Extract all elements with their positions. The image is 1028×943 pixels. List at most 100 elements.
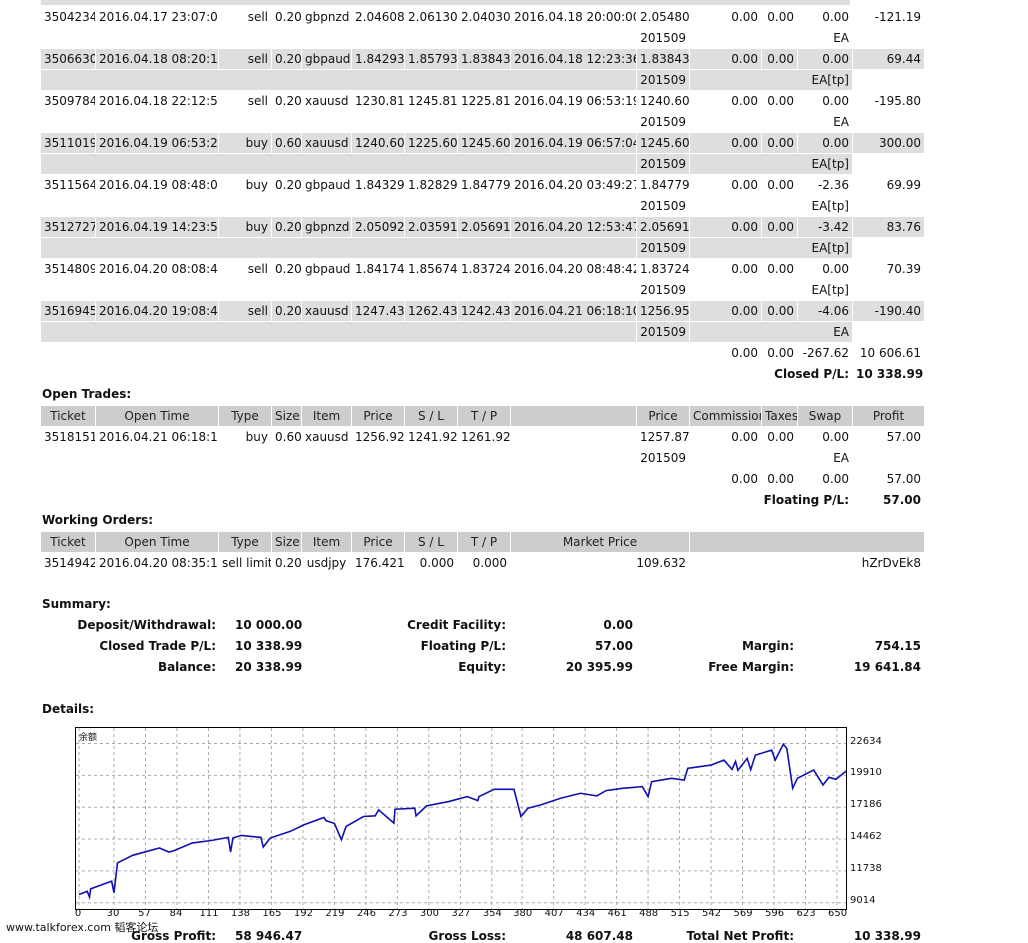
table-row-comment: 201509 EA bbox=[40, 321, 925, 343]
closed-trades-table: 3504234 2016.04.17 23:07:07 sell 0.20 gbpnzd… bbox=[40, 6, 925, 385]
magic-cell: 201509 bbox=[636, 279, 690, 301]
taxes-cell: 0.00 bbox=[761, 6, 798, 28]
close-price-cell: 1.83724 bbox=[636, 258, 690, 280]
taxes-cell: 0.00 bbox=[761, 174, 798, 196]
column-header: Price bbox=[636, 405, 690, 427]
y-tick-label: 14462 bbox=[850, 831, 882, 843]
x-tick-label: 434 bbox=[576, 908, 596, 919]
x-tick-label: 219 bbox=[325, 908, 345, 919]
comment-cell: EA[tp] bbox=[689, 237, 853, 259]
size-cell: 0.20 bbox=[271, 216, 302, 238]
magic-cell: 201509 bbox=[636, 27, 690, 49]
profit-cell: 69.44 bbox=[852, 48, 925, 70]
spacer-cell bbox=[510, 426, 637, 448]
table-row-comment: 201509 EA[tp] bbox=[40, 195, 925, 217]
open-time-cell: 2016.04.18 08:20:12 bbox=[95, 48, 219, 70]
swap-cell: -2.36 bbox=[797, 174, 853, 196]
open-totals-row: 0.00 0.00 0.00 57.00 bbox=[40, 468, 925, 490]
comment-cell: EA bbox=[689, 321, 853, 343]
profit-cell: -121.19 bbox=[852, 6, 925, 28]
type-cell: buy bbox=[218, 132, 272, 154]
profit-cell: 69.99 bbox=[852, 174, 925, 196]
x-tick-label: 596 bbox=[765, 908, 785, 919]
comment-cell: EA[tp] bbox=[689, 195, 853, 217]
x-tick-label: 138 bbox=[230, 908, 251, 919]
size-cell: 0.20 bbox=[271, 174, 302, 196]
x-tick-label: 84 bbox=[169, 908, 183, 919]
sl-cell: 1225.60 bbox=[404, 132, 458, 154]
spacer-cell bbox=[40, 468, 690, 490]
open-time-cell: 2016.04.19 06:53:20 bbox=[95, 132, 219, 154]
market-price-cell: 109.632 bbox=[510, 552, 690, 574]
empty-cell bbox=[852, 69, 925, 91]
open-time-cell: 2016.04.19 14:23:50 bbox=[95, 216, 219, 238]
column-header: T / P bbox=[457, 405, 511, 427]
spacer-cell bbox=[40, 363, 690, 385]
item-cell: usdjpy bbox=[301, 552, 352, 574]
taxes-cell: 0.00 bbox=[761, 426, 798, 448]
type-cell: buy bbox=[218, 216, 272, 238]
table-row: 3514809 2016.04.20 08:08:41 sell 0.20 gbpaud… bbox=[40, 258, 925, 280]
close-price-cell: 2.05480 bbox=[636, 6, 690, 28]
y-tick-label: 17186 bbox=[850, 799, 882, 811]
price-cell: 176.421 bbox=[351, 552, 405, 574]
x-tick-label: 57 bbox=[138, 908, 151, 919]
y-tick-label: 19910 bbox=[850, 767, 882, 779]
gross-loss-value: 48 607.48 bbox=[565, 929, 633, 943]
open-time-cell: 2016.04.19 08:48:04 bbox=[95, 174, 219, 196]
type-cell: buy bbox=[218, 174, 272, 196]
comment-cell: EA bbox=[689, 27, 853, 49]
swap-cell: -3.42 bbox=[797, 216, 853, 238]
x-tick-label: 407 bbox=[544, 908, 564, 919]
size-cell: 0.20 bbox=[271, 90, 302, 112]
column-header bbox=[689, 531, 925, 553]
column-header: Price bbox=[351, 405, 405, 427]
ticket-cell: 3514809 bbox=[40, 258, 96, 280]
floating-pl-label: Floating P/L: bbox=[420, 639, 506, 653]
price-cell: 2.05092 bbox=[351, 216, 405, 238]
magic-cell: 201509 bbox=[636, 111, 690, 133]
size-cell: 0.20 bbox=[271, 258, 302, 280]
x-tick-label: 165 bbox=[262, 908, 282, 919]
table-row-comment: 201509 EA[tp] bbox=[40, 237, 925, 259]
taxes-cell: 0.00 bbox=[761, 258, 798, 280]
column-header: Swap bbox=[797, 405, 853, 427]
price-cell: 1.84293 bbox=[351, 48, 405, 70]
tp-cell: 1.84779 bbox=[457, 174, 511, 196]
profit-cell: 83.76 bbox=[852, 216, 925, 238]
column-header: Open Time bbox=[95, 531, 219, 553]
summary-title: Summary: bbox=[42, 597, 111, 611]
size-cell: 0.20 bbox=[271, 552, 302, 574]
magic-cell: 201509 bbox=[636, 69, 690, 91]
price-cell: 1240.60 bbox=[351, 132, 405, 154]
column-header: Commission bbox=[689, 405, 762, 427]
column-header: S / L bbox=[404, 531, 458, 553]
close-price-cell: 1240.60 bbox=[636, 90, 690, 112]
comment-cell: hZrDvEk8 bbox=[689, 552, 925, 574]
column-header: Ticket bbox=[40, 531, 96, 553]
total-profit: 10 606.61 bbox=[852, 342, 925, 364]
price-cell: 1230.81 bbox=[351, 90, 405, 112]
previous-row-fragment bbox=[41, 0, 850, 5]
gross-loss-label: Gross Loss: bbox=[428, 929, 506, 943]
magic-cell: 201509 bbox=[636, 321, 690, 343]
table-row: 3518151 2016.04.21 06:18:10 buy 0.60 xauusd 1… bbox=[40, 426, 925, 448]
empty-cell bbox=[852, 279, 925, 301]
swap-cell: 0.00 bbox=[797, 90, 853, 112]
working-orders-title: Working Orders: bbox=[42, 513, 154, 527]
sl-cell: 1245.81 bbox=[404, 90, 458, 112]
empty-cell bbox=[852, 237, 925, 259]
spacer-cell bbox=[40, 237, 637, 259]
x-tick-label: 380 bbox=[513, 908, 533, 919]
x-tick-label: 515 bbox=[670, 908, 690, 919]
price-cell: 1.84329 bbox=[351, 174, 405, 196]
tp-cell: 1261.92 bbox=[457, 426, 511, 448]
column-header: Size bbox=[271, 531, 302, 553]
column-header: Type bbox=[218, 531, 272, 553]
deposit-value: 10 000.00 bbox=[235, 618, 303, 632]
total-taxes: 0.00 bbox=[761, 468, 798, 490]
commission-cell: 0.00 bbox=[689, 48, 762, 70]
ticket-cell: 3512727 bbox=[40, 216, 96, 238]
price-cell: 2.04608 bbox=[351, 6, 405, 28]
spacer-cell bbox=[40, 321, 637, 343]
